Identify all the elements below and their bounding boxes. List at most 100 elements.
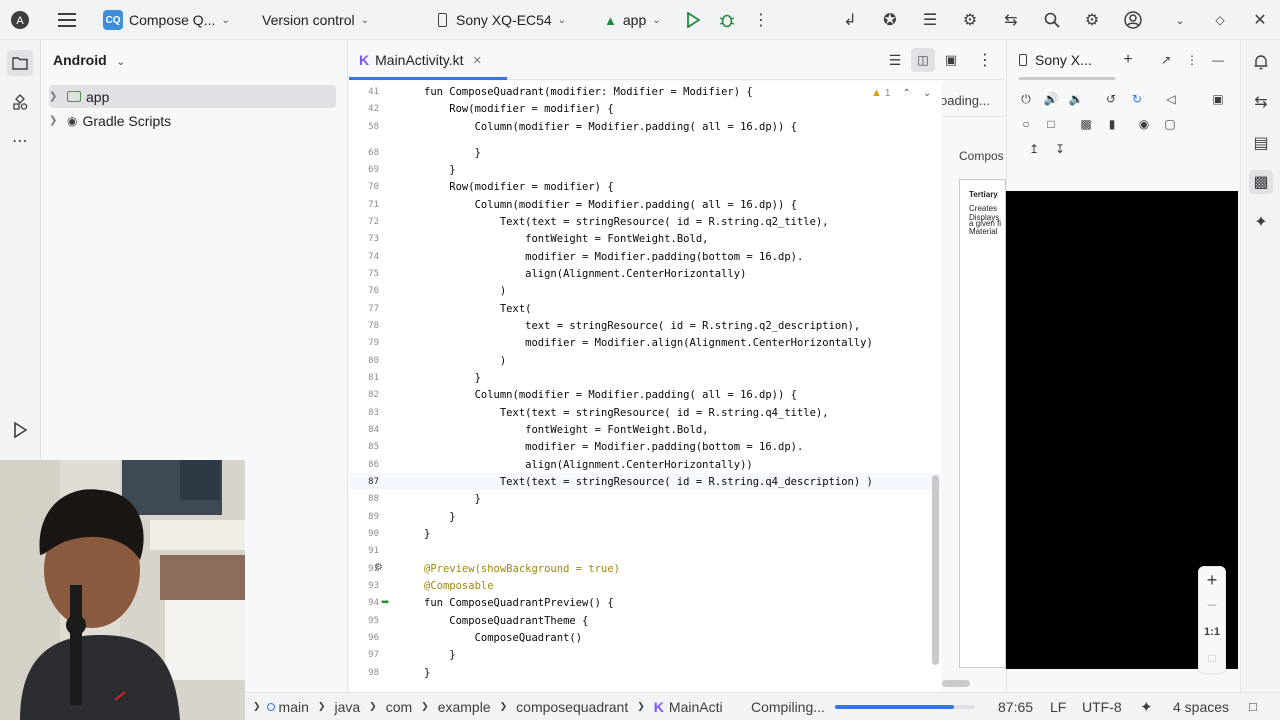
line-number: 85: [368, 442, 379, 452]
preview-scrollbar[interactable]: [942, 680, 970, 687]
search-icon[interactable]: [1040, 8, 1064, 32]
volume-down-icon[interactable]: 🔉: [1067, 90, 1085, 108]
breadcrumb-item[interactable]: com: [386, 699, 412, 715]
more-tools-icon[interactable]: ⋯: [8, 129, 32, 153]
translate-icon[interactable]: ✪: [878, 8, 902, 32]
zoom-out-icon[interactable]: −: [1199, 595, 1225, 616]
preview-canvas[interactable]: Tertiary Creates Displays a given fi Mat…: [959, 179, 1006, 668]
debug-icon[interactable]: [715, 8, 739, 32]
breadcrumb-item[interactable]: composequadrant: [516, 699, 628, 715]
code-line: text = stringResource( id = R.string.q2_…: [424, 320, 861, 332]
line-number: 98: [368, 668, 379, 678]
lock-icon[interactable]: □: [1249, 693, 1257, 720]
resource-manager-icon[interactable]: [8, 90, 32, 114]
add-device-icon[interactable]: +: [1119, 51, 1137, 69]
version-control-menu[interactable]: Version control ⌄: [262, 0, 369, 40]
editor-gutter: 41 42 58 68 69 70 71 72 73 74 75 76 77 7…: [349, 81, 409, 692]
breadcrumb-item[interactable]: main: [279, 699, 309, 715]
upload-icon[interactable]: ↥: [1025, 140, 1043, 158]
gradle-sync-icon[interactable]: ⇆: [999, 8, 1023, 32]
volume-up-icon[interactable]: 🔊: [1042, 90, 1060, 108]
account-icon[interactable]: [1121, 8, 1145, 32]
rotate-right-icon[interactable]: ↻: [1128, 90, 1146, 108]
inspection-widget[interactable]: ▲ 1 ⌃ ⌄: [871, 87, 931, 99]
mirror-icon[interactable]: ▮: [1103, 115, 1121, 133]
design-view-icon[interactable]: ▣: [939, 48, 963, 72]
back-icon[interactable]: ◁: [1162, 90, 1180, 108]
code-view-icon[interactable]: ☰: [883, 48, 907, 72]
tree-item-gradle-scripts[interactable]: ❯ ◉ Gradle Scripts: [49, 109, 336, 132]
diamond-icon[interactable]: ◇: [1208, 8, 1232, 32]
preview-compose-label: Compos: [959, 149, 1004, 163]
code-line: }: [424, 511, 456, 523]
code-style-icon[interactable]: ✦: [1140, 693, 1153, 720]
editor-scrollbar[interactable]: [932, 475, 939, 665]
chevron-down-icon: ⌄: [557, 14, 567, 26]
split-view-icon[interactable]: ◫: [911, 48, 935, 72]
preview-gear-icon[interactable]: ⚙: [374, 562, 383, 573]
more-actions-icon[interactable]: ⋮: [749, 8, 773, 32]
tab-mainactivity[interactable]: K MainActivity.kt ✕: [359, 40, 482, 80]
overview-icon[interactable]: □: [1042, 115, 1060, 133]
line-number: 84: [368, 425, 379, 435]
code-line: Column(modifier = Modifier.padding( all …: [424, 389, 797, 401]
record-icon[interactable]: ▢: [1161, 115, 1179, 133]
tab-more-icon[interactable]: ⋮: [973, 48, 997, 72]
gemini-icon[interactable]: ✦: [1249, 210, 1273, 234]
device-manager-icon[interactable]: ☰: [918, 8, 942, 32]
run-preview-icon[interactable]: ➥: [381, 597, 389, 608]
project-folder-icon[interactable]: [7, 50, 33, 76]
zoom-in-icon[interactable]: +: [1199, 570, 1225, 591]
gear-icon[interactable]: ⚙: [1080, 8, 1104, 32]
plugins-icon[interactable]: ⚙: [958, 8, 982, 32]
code-line: }: [424, 649, 456, 661]
chevron-down-icon[interactable]: ⌄: [923, 88, 931, 99]
breadcrumb-item[interactable]: java: [334, 699, 360, 715]
device-selector[interactable]: Sony XQ-EC54 ⌄: [438, 0, 566, 40]
line-separator[interactable]: LF: [1050, 693, 1066, 720]
close-window-icon[interactable]: ✕: [1248, 8, 1272, 32]
line-number: 41: [368, 87, 379, 97]
device-state-icon[interactable]: ▩: [1077, 115, 1095, 133]
gradle-panel-icon[interactable]: ⇆: [1249, 90, 1273, 114]
camera-icon[interactable]: ◉: [1135, 115, 1153, 133]
line-number: 97: [368, 650, 379, 660]
android-studio-logo-icon[interactable]: A: [8, 8, 32, 32]
main-menu-icon[interactable]: [55, 8, 79, 32]
chevron-down-icon[interactable]: ⌄: [1168, 8, 1192, 32]
screenshot-icon[interactable]: ▣: [1209, 90, 1227, 108]
file-encoding[interactable]: UTF-8: [1082, 693, 1122, 720]
tree-item-app[interactable]: ❯ app: [49, 85, 336, 108]
device-tab[interactable]: Sony X...: [1019, 40, 1092, 80]
minimize-icon[interactable]: —: [1209, 51, 1227, 69]
device-more-icon[interactable]: ⋮: [1183, 51, 1201, 69]
open-external-icon[interactable]: ↗: [1157, 51, 1175, 69]
sdk-manager-icon[interactable]: ↲: [838, 8, 862, 32]
project-selector[interactable]: CQ Compose Q... ⌄: [103, 0, 230, 40]
line-number: 76: [368, 286, 379, 296]
caret-position[interactable]: 87:65: [998, 693, 1033, 720]
device-manager-panel-icon[interactable]: ▤: [1249, 131, 1273, 155]
background-task-label[interactable]: Compiling...: [751, 693, 825, 720]
line-number: 78: [368, 321, 379, 331]
running-devices-panel-icon[interactable]: ▩: [1249, 170, 1273, 194]
chevron-right-icon: ❯: [49, 115, 58, 126]
breadcrumb-item[interactable]: example: [438, 699, 491, 715]
fit-screen-icon[interactable]: □: [1199, 651, 1225, 665]
chevron-up-icon[interactable]: ⌃: [902, 88, 910, 99]
power-icon[interactable]: ⏻: [1017, 90, 1035, 108]
rotate-left-icon[interactable]: ↺: [1102, 90, 1120, 108]
indent-setting[interactable]: 4 spaces: [1173, 693, 1229, 720]
download-icon[interactable]: ↧: [1051, 140, 1069, 158]
run-config-selector[interactable]: ▲ app ⌄: [604, 0, 661, 40]
breadcrumb-item[interactable]: MainActi: [669, 699, 723, 715]
close-tab-icon[interactable]: ✕: [473, 54, 482, 67]
svg-text:A: A: [16, 15, 24, 27]
zoom-actual-size[interactable]: 1:1: [1199, 626, 1225, 638]
notifications-icon[interactable]: [1249, 50, 1273, 74]
home-icon[interactable]: ○: [1017, 115, 1035, 133]
project-view-selector[interactable]: Android ⌄: [53, 52, 125, 68]
run-panel-icon[interactable]: [8, 418, 32, 442]
code-editor[interactable]: 41 42 58 68 69 70 71 72 73 74 75 76 77 7…: [349, 81, 941, 692]
run-icon[interactable]: [681, 8, 705, 32]
